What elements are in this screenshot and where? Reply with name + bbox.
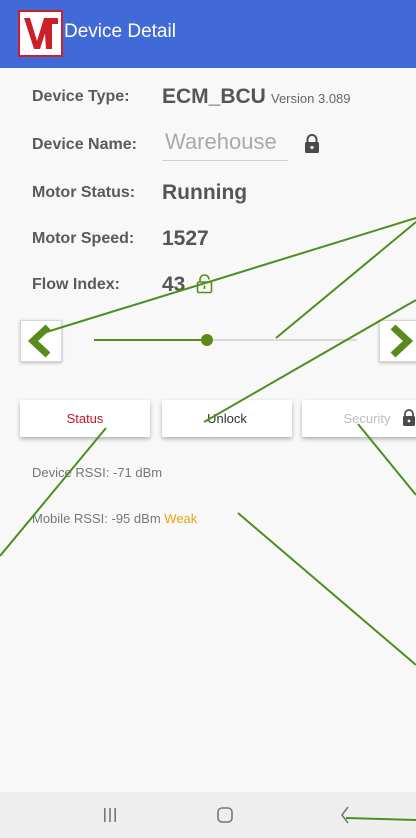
unlock-button[interactable]: Unlock [162, 400, 292, 437]
flow-slider[interactable] [94, 334, 357, 346]
home-icon[interactable] [217, 807, 233, 823]
device-rssi-row: Device RSSI: -71 dBm [32, 465, 162, 480]
callout-line-rssi [237, 512, 416, 666]
page-title: Device Detail [64, 21, 176, 42]
device-type-label: Device Type: [32, 88, 130, 105]
mobile-rssi-row: Mobile RSSI: -95 dBm Weak [32, 511, 197, 526]
slider-thumb[interactable] [201, 334, 214, 346]
chevron-left-icon [27, 324, 51, 358]
name-lock-icon[interactable] [304, 134, 320, 154]
flow-index-label: Flow Index: [32, 276, 120, 293]
device-name-field[interactable]: Warehouse [162, 128, 288, 161]
device-rssi-value: -71 [112, 465, 132, 480]
mobile-rssi-value: -95 [111, 511, 131, 526]
firmware-version: Version 3.089 [271, 91, 351, 106]
app-logo-icon [18, 10, 63, 57]
recent-apps-icon[interactable] [103, 808, 117, 822]
device-name-label: Device Name: [32, 136, 137, 153]
mobile-rssi-unit: dBm [133, 511, 161, 526]
motor-speed-value: 1527 [162, 227, 209, 250]
motor-speed-label: Motor Speed: [32, 230, 135, 247]
security-lock-icon [403, 409, 415, 426]
device-type-value: ECM_BCU [162, 85, 266, 108]
app-bar: Device Detail [0, 0, 416, 68]
flow-unlock-icon[interactable] [196, 274, 214, 294]
security-button[interactable]: Security [302, 400, 416, 437]
decrease-button[interactable] [20, 320, 62, 362]
increase-button[interactable] [379, 320, 416, 362]
back-icon[interactable] [340, 806, 350, 824]
flow-index-value: 43 [162, 273, 186, 296]
motor-status-value: Running [162, 181, 248, 204]
motor-status-label: Motor Status: [32, 184, 136, 201]
mobile-rssi-label: Mobile RSSI: [32, 511, 108, 526]
signal-quality-badge: Weak [164, 511, 198, 526]
callout-line-status [0, 427, 107, 557]
slider-fill [94, 339, 208, 341]
system-nav-bar [0, 792, 416, 838]
status-button[interactable]: Status [20, 400, 150, 437]
device-rssi-label: Device RSSI: [32, 465, 110, 480]
chevron-right-icon [390, 324, 414, 358]
device-name-value: Warehouse [165, 129, 277, 154]
device-rssi-unit: dBm [135, 465, 163, 480]
